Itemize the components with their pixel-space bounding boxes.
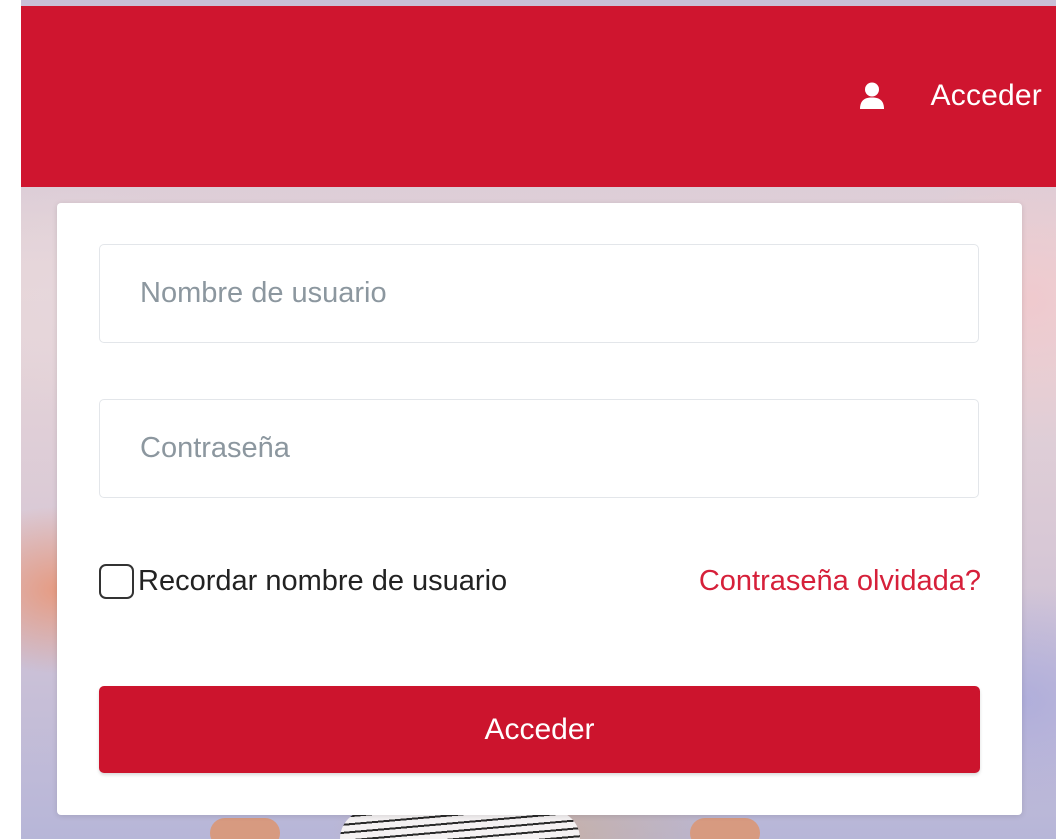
password-input[interactable] [99, 399, 979, 498]
background-photo-detail [690, 818, 760, 839]
forgot-password-link[interactable]: Contraseña olvidada? [699, 565, 981, 598]
header-login-area: Acceder [859, 6, 1056, 187]
remember-forgot-row: Recordar nombre de usuario Contraseña ol… [99, 559, 981, 603]
user-icon [859, 82, 885, 110]
login-submit-button[interactable]: Acceder [99, 686, 980, 773]
remember-username-label: Recordar nombre de usuario [138, 564, 508, 597]
login-page: Acceder Recordar nombre de usuario Contr… [0, 0, 1056, 839]
remember-username-option[interactable]: Recordar nombre de usuario [99, 563, 508, 599]
header-login-link[interactable]: Acceder [931, 79, 1042, 113]
username-input[interactable] [99, 244, 979, 343]
login-card: Recordar nombre de usuario Contraseña ol… [57, 203, 1022, 815]
remember-username-checkbox[interactable] [99, 563, 134, 599]
top-header: Acceder [21, 6, 1056, 187]
background-photo-detail [210, 818, 280, 839]
